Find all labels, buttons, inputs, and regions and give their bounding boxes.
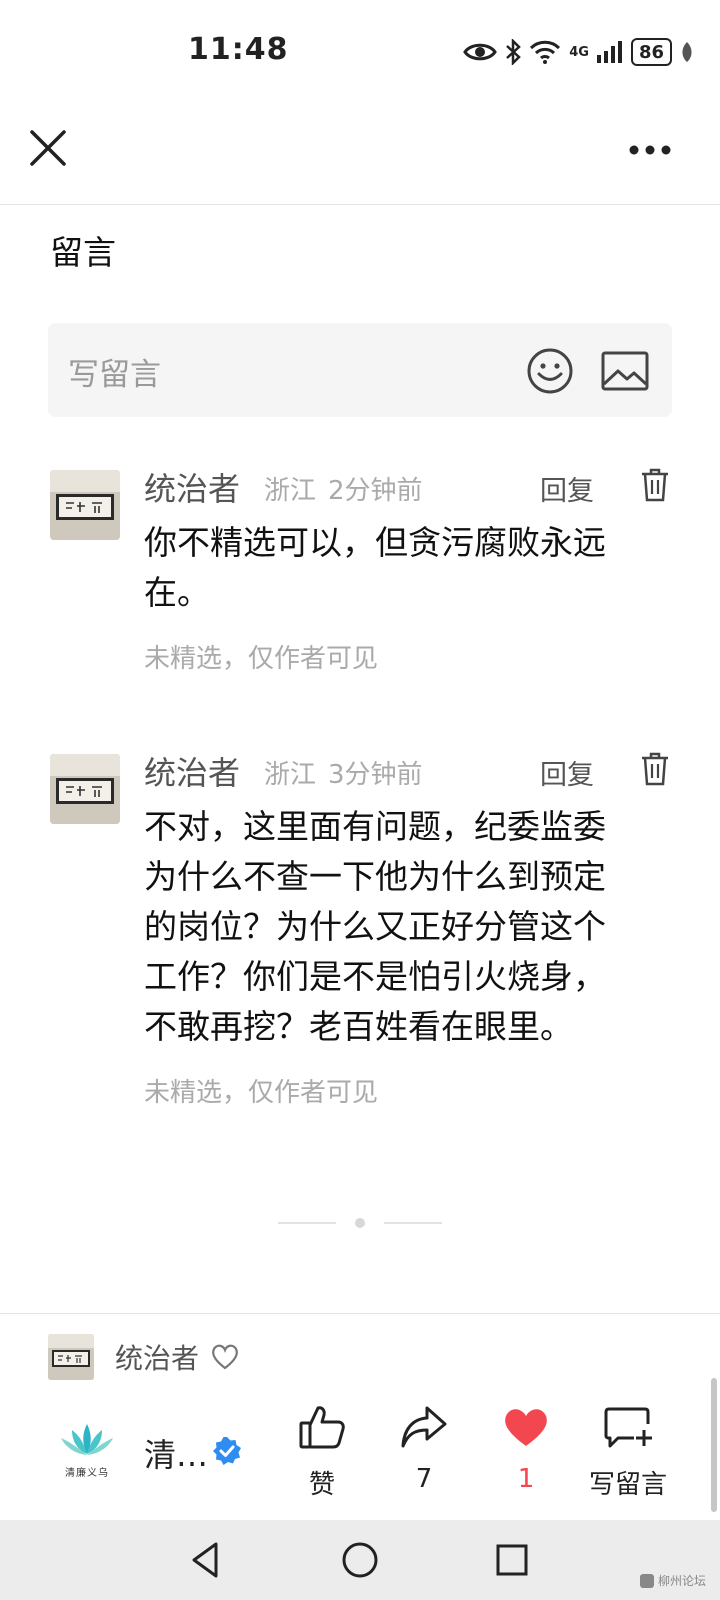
- write-comment-label: 写留言: [588, 1470, 667, 1500]
- status-icons: 4G 86: [463, 36, 694, 68]
- account-logo[interactable]: 清廉义乌: [58, 1420, 116, 1482]
- share-icon: [401, 1406, 447, 1448]
- comment-line: 为什么不查一下他为什么到预定: [144, 857, 606, 896]
- comment-line: 的岗位？为什么又正好分管这个: [144, 907, 606, 946]
- pager-line-right: [384, 1222, 442, 1224]
- thumbs-up-icon: [299, 1406, 345, 1449]
- delete-button[interactable]: [640, 752, 670, 786]
- back-triangle-icon: [192, 1542, 218, 1578]
- verified-icon: [213, 1437, 241, 1465]
- emoji-icon: [527, 348, 573, 394]
- comment-add-icon: [604, 1407, 652, 1448]
- battery-indicator: 86: [630, 38, 672, 66]
- system-nav-bar: 柳州论坛: [0, 1520, 720, 1600]
- scrollbar[interactable]: [711, 1378, 717, 1512]
- heart-filled-icon: [505, 1409, 547, 1446]
- comment-line: 不对，这里面有问题，纪委监委: [144, 807, 606, 846]
- close-icon: [30, 130, 66, 166]
- current-user-avatar: [48, 1334, 94, 1380]
- comment-location: 浙江: [264, 760, 317, 790]
- leaf-icon: [682, 42, 692, 62]
- home-circle-icon: [342, 1542, 378, 1578]
- emoji-button[interactable]: [526, 347, 574, 395]
- write-comment-input[interactable]: 写留言: [48, 323, 672, 417]
- wifi-icon: [530, 40, 561, 64]
- comment-time: 2分钟前: [328, 476, 423, 506]
- top-bar: [0, 100, 720, 205]
- comment-author[interactable]: 统治者: [144, 748, 240, 794]
- status-bar: 11:48 4G 86: [0, 0, 720, 100]
- signal-icon: [596, 41, 622, 63]
- comment-item: 统治者 浙江 2分钟前 回复 你不精选可以，但贪污腐败永远 在。 未精选，仅作者…: [0, 460, 720, 680]
- comment-line: 不敢再挖？老百姓看在眼里。: [144, 1007, 573, 1046]
- heart-outline-icon: [212, 1344, 238, 1370]
- status-time: 11:48: [188, 32, 289, 67]
- comment-text: 不对，这里面有问题，纪委监委 为什么不查一下他为什么到预定 的岗位？为什么又正好…: [144, 802, 664, 1052]
- comment-time: 3分钟前: [328, 760, 423, 790]
- avatar-image: [50, 470, 120, 540]
- comment-line: 在。: [144, 573, 210, 612]
- follow-heart-button[interactable]: [210, 1343, 240, 1371]
- verified-badge: [212, 1436, 242, 1466]
- avatar-image: [48, 1334, 94, 1380]
- comment-item: 统治者 浙江 3分钟前 回复 不对，这里面有问题，纪委监委 为什么不查一下他为什…: [0, 744, 720, 1114]
- avatar[interactable]: [50, 754, 120, 824]
- current-user-name: 统治者: [115, 1342, 200, 1375]
- lotus-icon: [61, 1424, 113, 1455]
- watermark-text: 柳州论坛: [658, 1574, 707, 1588]
- comment-line: 工作？你们是不是怕引火烧身，: [144, 957, 606, 996]
- image-icon: [601, 351, 649, 391]
- write-comment-button[interactable]: 写留言: [568, 1400, 688, 1500]
- comment-author[interactable]: 统治者: [144, 464, 240, 510]
- more-options-button[interactable]: [620, 130, 680, 170]
- bluetooth-icon: [506, 39, 522, 65]
- reply-button[interactable]: 回复: [540, 469, 594, 508]
- comment-placeholder: 写留言: [68, 357, 161, 393]
- nav-home-button[interactable]: [340, 1540, 380, 1580]
- comment-line: 你不精选可以，但贪污腐败永远: [144, 523, 606, 562]
- trash-icon: [642, 468, 668, 502]
- pager-dot: [355, 1218, 365, 1228]
- close-button[interactable]: [24, 124, 72, 172]
- more-icon: [629, 145, 671, 155]
- image-button[interactable]: [600, 350, 650, 392]
- account-name[interactable]: 清…: [144, 1430, 208, 1476]
- watermark-logo: [640, 1573, 654, 1588]
- recents-square-icon: [496, 1544, 528, 1576]
- account-logo-text: 清廉义乌: [65, 1468, 109, 1479]
- avatar[interactable]: [50, 470, 120, 540]
- comment-status: 未精选，仅作者可见: [144, 1078, 379, 1108]
- network-type: 4G: [569, 44, 589, 60]
- watermark: 柳州论坛: [640, 1572, 706, 1589]
- battery-level: 86: [638, 41, 664, 63]
- nav-recents-button[interactable]: [494, 1542, 530, 1578]
- trash-icon: [642, 752, 668, 786]
- nav-back-button[interactable]: [186, 1540, 226, 1580]
- reply-button[interactable]: 回复: [540, 753, 594, 792]
- comment-text: 你不精选可以，但贪污腐败永远 在。: [144, 518, 664, 618]
- comments-section-title: 留言: [50, 233, 116, 272]
- eye-icon: [463, 43, 498, 61]
- delete-button[interactable]: [640, 468, 670, 502]
- avatar-image: [50, 754, 120, 824]
- pager-line-left: [278, 1222, 336, 1224]
- bottom-divider: [0, 1313, 720, 1314]
- comment-status: 未精选，仅作者可见: [144, 644, 379, 674]
- comment-location: 浙江: [264, 476, 317, 506]
